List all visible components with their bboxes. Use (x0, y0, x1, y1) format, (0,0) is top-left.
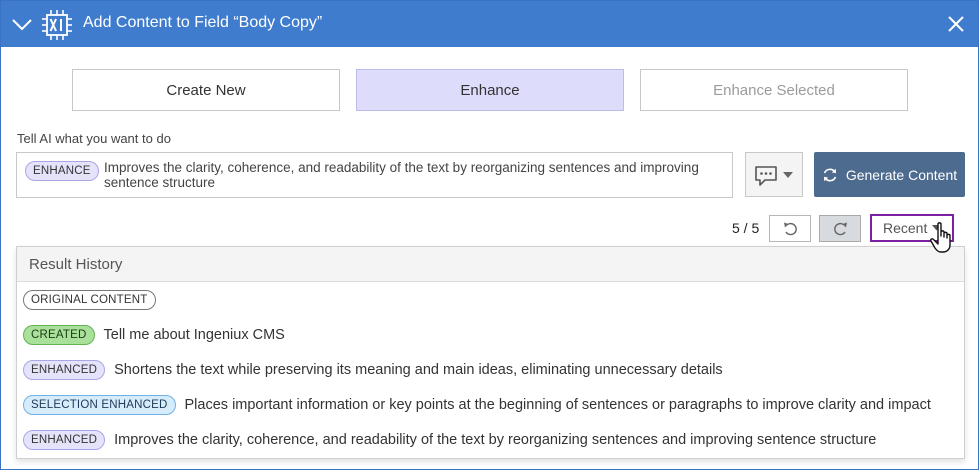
redo-icon (834, 222, 847, 236)
history-item-badge: SELECTION ENHANCED (23, 395, 176, 415)
history-item-badge: CREATED (23, 325, 95, 345)
prompt-selector-button[interactable] (745, 152, 803, 197)
caret-down-icon (783, 172, 793, 178)
generate-content-button[interactable]: Generate Content (814, 152, 965, 197)
dialog-titlebar: Add Content to Field “Body Copy” (1, 1, 978, 47)
tab-enhance-selected: Enhance Selected (640, 69, 908, 111)
history-item-text: Shortens the text while preserving its m… (114, 362, 723, 378)
prompt-mode-badge: ENHANCE (25, 161, 99, 181)
history-item[interactable]: ORIGINAL CONTENT (23, 290, 156, 310)
history-item-badge: ENHANCED (23, 430, 106, 450)
prompt-label: Tell AI what you want to do (17, 131, 171, 146)
dialog-title: Add Content to Field “Body Copy” (83, 14, 323, 31)
result-history-header: Result History (17, 247, 964, 282)
history-item[interactable]: SELECTION ENHANCED Places important info… (23, 395, 931, 415)
chat-bubble-icon (755, 166, 777, 186)
tab-enhance[interactable]: Enhance (356, 69, 624, 111)
generate-content-label: Generate Content (845, 166, 958, 183)
add-content-dialog: Add Content to Field “Body Copy” Create … (0, 0, 979, 470)
history-item-text: Tell me about Ingeniux CMS (103, 327, 285, 343)
undo-icon (784, 222, 797, 236)
history-item[interactable]: ENHANCED Shortens the text while preserv… (23, 360, 723, 380)
close-icon[interactable] (946, 14, 966, 34)
history-item-text: Places important information or key poin… (184, 397, 931, 413)
recent-dropdown-button[interactable]: Recent (870, 214, 954, 242)
undo-button[interactable] (769, 215, 811, 242)
redo-button[interactable] (819, 215, 861, 242)
history-item[interactable]: CREATED Tell me about Ingeniux CMS (23, 325, 285, 345)
prompt-input[interactable]: ENHANCE Improves the clarity, coherence,… (16, 152, 733, 198)
refresh-icon (823, 168, 837, 181)
result-history-dropdown: Result History ORIGINAL CONTENT CREATED … (16, 246, 965, 459)
prompt-text: Improves the clarity, coherence, and rea… (104, 160, 699, 190)
history-item-badge: ORIGINAL CONTENT (23, 290, 156, 310)
chevron-down-icon[interactable] (11, 14, 33, 34)
result-counter: 5 / 5 (732, 220, 760, 236)
recent-label: Recent (883, 220, 928, 236)
ai-chip-icon (42, 10, 72, 40)
history-item-badge: ENHANCED (23, 360, 106, 380)
caret-down-icon (932, 225, 942, 231)
history-item-text: Improves the clarity, coherence, and rea… (114, 432, 877, 448)
tab-create-new[interactable]: Create New (72, 69, 340, 111)
history-item[interactable]: ENHANCED Improves the clarity, coherence… (23, 430, 876, 450)
